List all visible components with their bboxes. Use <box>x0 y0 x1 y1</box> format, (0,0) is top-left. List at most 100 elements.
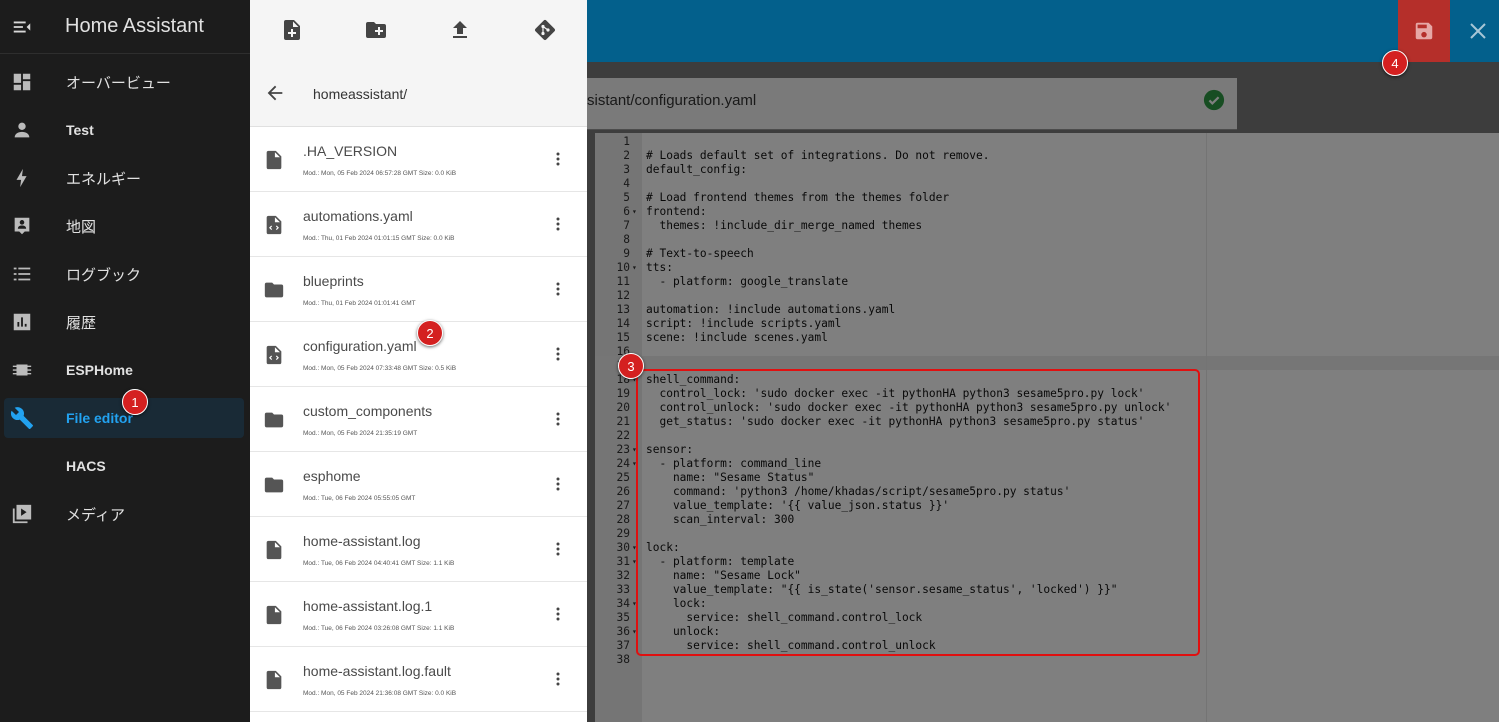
new-folder-icon[interactable] <box>364 18 388 42</box>
sidebar-item-test[interactable]: Test <box>4 110 244 150</box>
line-number: 36 <box>616 625 630 638</box>
file-meta: Mod.: Mon, 05 Feb 2024 21:36:08 GMT Size… <box>303 690 457 697</box>
file-name: configuration.yaml <box>303 338 417 354</box>
close-icon[interactable] <box>1466 19 1490 43</box>
file-meta: Mod.: Tue, 06 Feb 2024 05:55:05 GMT <box>303 495 416 502</box>
file-meta: Mod.: Thu, 01 Feb 2024 01:01:15 GMT Size… <box>303 235 455 242</box>
more-vert-icon[interactable] <box>555 346 561 362</box>
file-list-item[interactable]: esphome Mod.: Tue, 06 Feb 2024 05:55:05 G… <box>250 452 587 517</box>
chart-icon <box>10 310 34 334</box>
file-browser-panel: homeassistant/ .HA_VERSION Mod.: Mon, 05 … <box>250 0 587 722</box>
fold-arrow-icon[interactable]: ▾ <box>632 205 637 219</box>
filename-field[interactable]: sistant/configuration.yaml <box>587 78 1237 130</box>
sidebar: Home Assistant オーバービュー Test エネルギー 地図 ログブ… <box>0 0 250 722</box>
line-number: 26 <box>616 485 630 498</box>
line-number: 9 <box>623 247 630 260</box>
more-vert-icon[interactable] <box>555 671 561 687</box>
file-icon <box>266 670 282 690</box>
line-number: 15 <box>616 331 630 344</box>
annotation-badge: 1 <box>122 389 148 415</box>
check-circle-icon <box>1203 89 1225 111</box>
line-text: - platform: google_translate <box>646 275 849 288</box>
sidebar-item-label: File editor <box>66 410 133 426</box>
file-list-item[interactable]: blueprints Mod.: Thu, 01 Feb 2024 01:01:4… <box>250 257 587 322</box>
code-line: 14 script: !include scripts.yaml <box>595 317 1499 331</box>
menu-collapse-icon[interactable] <box>11 16 33 38</box>
line-text: themes: !include_dir_merge_named themes <box>646 219 923 232</box>
line-number: 10 <box>616 261 630 274</box>
line-number: 35 <box>616 611 630 624</box>
file-list-item[interactable]: home-assistant.log.fault Mod.: Mon, 05 Fe… <box>250 647 587 712</box>
sidebar-item-logbook[interactable]: ログブック <box>4 254 244 294</box>
file-list-item[interactable]: .HA_VERSION Mod.: Mon, 05 Feb 2024 06:57:… <box>250 127 587 192</box>
upload-icon[interactable] <box>448 18 472 42</box>
line-number: 31 <box>616 555 630 568</box>
line-number: 22 <box>616 429 630 442</box>
more-vert-icon[interactable] <box>555 411 561 427</box>
more-vert-icon[interactable] <box>555 281 561 297</box>
more-vert-icon[interactable] <box>555 541 561 557</box>
screen: Home Assistant オーバービュー Test エネルギー 地図 ログブ… <box>0 0 1499 722</box>
line-number: 34 <box>616 597 630 610</box>
sidebar-item-media[interactable]: メディア <box>4 494 244 534</box>
sidebar-item-map[interactable]: 地図 <box>4 206 244 246</box>
code-line: 16 <box>595 345 1499 359</box>
line-number: 30 <box>616 541 630 554</box>
line-number: 27 <box>616 499 630 512</box>
file-list-item[interactable]: custom_components Mod.: Mon, 05 Feb 2024 … <box>250 387 587 452</box>
line-number: 28 <box>616 513 630 526</box>
file-browser-toolbar <box>250 0 587 62</box>
sidebar-item-energy[interactable]: エネルギー <box>4 158 244 198</box>
media-icon <box>10 502 34 526</box>
file-meta: Mod.: Mon, 05 Feb 2024 07:33:48 GMT Size… <box>303 365 457 372</box>
new-file-icon[interactable] <box>280 18 304 42</box>
file-list-item[interactable]: home-assistant.log.1 Mod.: Tue, 06 Feb 20… <box>250 582 587 647</box>
line-number: 33 <box>616 583 630 596</box>
code-line: 10 ▾ tts: <box>595 261 1499 275</box>
more-vert-icon[interactable] <box>555 216 561 232</box>
sidebar-item-esphome[interactable]: ESPHome <box>4 350 244 390</box>
code-line: 5 # Load frontend themes from the themes … <box>595 191 1499 205</box>
save-button[interactable] <box>1398 0 1450 62</box>
file-name: blueprints <box>303 273 364 289</box>
sidebar-item-overview[interactable]: オーバービュー <box>4 62 244 102</box>
line-text: script: !include scripts.yaml <box>646 317 842 330</box>
line-number: 11 <box>616 275 630 288</box>
line-number: 6 <box>623 205 630 218</box>
file-name: home-assistant.log.1 <box>303 598 433 614</box>
line-number: 3 <box>623 163 630 176</box>
more-vert-icon[interactable] <box>555 151 561 167</box>
line-number: 14 <box>616 317 630 330</box>
line-number: 24 <box>616 457 630 470</box>
line-number: 21 <box>616 415 630 428</box>
line-number: 25 <box>616 471 630 484</box>
line-number: 20 <box>616 401 630 414</box>
dashboard-icon <box>10 70 34 94</box>
floppy-disk-icon <box>1415 22 1433 40</box>
more-vert-icon[interactable] <box>555 606 561 622</box>
current-path: homeassistant/ <box>313 86 408 102</box>
line-number: 2 <box>623 149 630 162</box>
line-number: 7 <box>623 219 630 232</box>
folder-icon <box>264 282 284 298</box>
sidebar-item-label: 地図 <box>66 218 97 236</box>
annotation-badge: 2 <box>417 320 443 346</box>
more-vert-icon[interactable] <box>555 476 561 492</box>
sidebar-item-history[interactable]: 履歴 <box>4 302 244 342</box>
file-meta: Mod.: Mon, 05 Feb 2024 21:35:19 GMT <box>303 430 418 437</box>
line-number: 13 <box>616 303 630 316</box>
file-code-icon <box>266 345 282 365</box>
file-list-item[interactable]: home-assistant.log Mod.: Tue, 06 Feb 2024… <box>250 517 587 582</box>
folder-icon <box>264 412 284 428</box>
code-line: 6 ▾ frontend: <box>595 205 1499 219</box>
arrow-left-icon[interactable] <box>264 82 286 104</box>
git-icon[interactable] <box>533 18 557 42</box>
file-name: custom_components <box>303 403 433 419</box>
file-name: home-assistant.log.fault <box>303 663 451 679</box>
line-number: 29 <box>616 527 630 540</box>
file-list-item[interactable]: automations.yaml Mod.: Thu, 01 Feb 2024 0… <box>250 192 587 257</box>
file-icon <box>266 540 282 560</box>
code-line: 12 <box>595 289 1499 303</box>
fold-arrow-icon[interactable]: ▾ <box>632 261 637 275</box>
sidebar-item-hacs[interactable]: HACS <box>4 446 244 486</box>
